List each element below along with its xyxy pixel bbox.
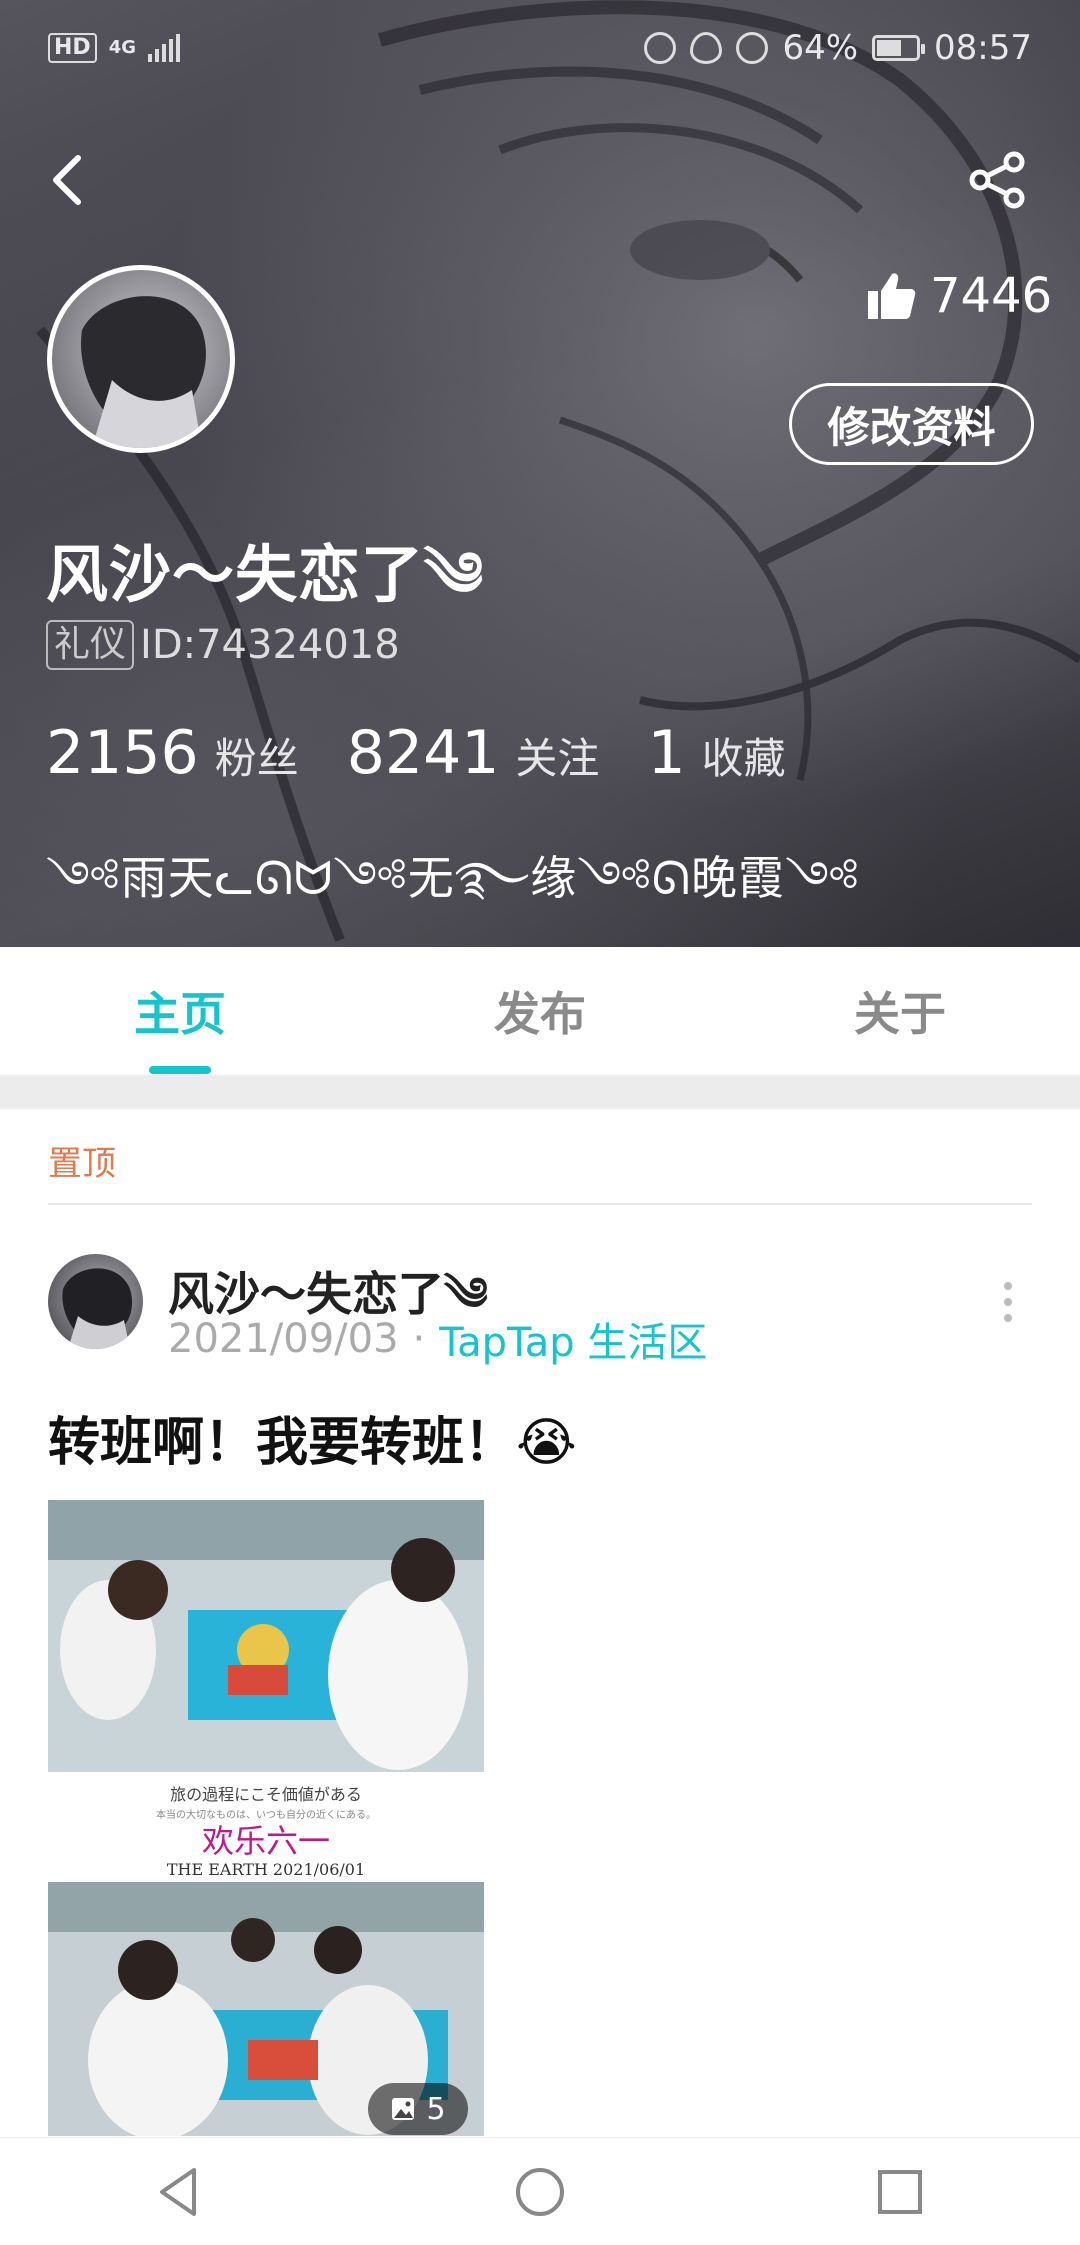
signal-icon	[148, 34, 180, 62]
back-arrow-icon	[53, 155, 81, 205]
image-count-badge: 5	[368, 2083, 468, 2135]
hd-icon: HD	[48, 33, 97, 63]
data-saver-icon	[644, 32, 677, 64]
followers-label[interactable]: 粉丝	[215, 725, 299, 786]
post-author-avatar[interactable]	[48, 1254, 143, 1349]
profile-avatar[interactable]	[47, 265, 235, 453]
eye-comfort-icon	[690, 32, 723, 64]
more-options-button[interactable]	[998, 1282, 1018, 1322]
id-row: 礼仪 ID:74324018	[46, 620, 400, 670]
following-label[interactable]: 关注	[515, 725, 599, 786]
image-caption-small: 本当の大切なものは、いつも自分の近くにある。	[156, 1808, 376, 1821]
share-icon	[969, 151, 1025, 209]
triangle-back-icon	[160, 2167, 196, 2216]
favorites-count[interactable]: 1	[647, 718, 685, 788]
image-title: 欢乐六一	[202, 1822, 330, 1860]
favorites-label[interactable]: 收藏	[702, 725, 786, 786]
meta-separator: ·	[412, 1316, 426, 1362]
image-caption-jp: 旅の過程にこそ価値がある	[170, 1785, 362, 1804]
user-id: ID:74324018	[140, 622, 400, 668]
post-date: 2021/09/03	[168, 1316, 399, 1362]
image-count: 5	[426, 2091, 446, 2127]
bio: ༺雨天ᓚᘏᗢ༺无࿐缘༺ᘏ晚霞༺	[46, 851, 860, 905]
badge[interactable]: 礼仪	[46, 620, 135, 670]
post-image[interactable]: 旅の過程にこそ価値がある 本当の大切なものは、いつも自分の近くにある。 欢乐六一…	[48, 1500, 484, 2136]
like-count[interactable]: 7446	[866, 268, 1052, 324]
nav-recents-button[interactable]	[870, 2162, 930, 2222]
tab-about[interactable]: 关于	[720, 947, 1080, 1075]
battery-percent: 64%	[782, 28, 859, 68]
tab-home[interactable]: 主页	[0, 947, 360, 1075]
share-button[interactable]	[966, 148, 1030, 212]
image-subtitle: THE EARTH 2021/06/01	[167, 1860, 365, 1879]
system-navigation-bar	[0, 2137, 1080, 2245]
thumbs-up-icon	[868, 273, 916, 319]
pinned-label: 置顶	[48, 1144, 116, 1184]
post-forum-link[interactable]: TapTap 生活区	[439, 1310, 707, 1368]
cover-image	[36, 0, 1080, 942]
alarm-icon	[736, 32, 769, 64]
following-count[interactable]: 8241	[347, 718, 500, 788]
battery-icon	[872, 35, 926, 61]
post-text[interactable]: 转班啊！我要转班！😭	[48, 1400, 577, 1475]
profile-header: HD 4G 64% 08:57 7446 修改资料 风沙～失恋了༄ 礼仪 ID:…	[0, 0, 1080, 947]
nav-back-button[interactable]	[150, 2162, 210, 2222]
section-divider	[0, 1075, 1080, 1109]
nav-home-button[interactable]	[510, 2162, 570, 2222]
clock: 08:57	[934, 28, 1032, 68]
profile-tabs: 主页 发布 关于	[0, 947, 1080, 1075]
status-bar: HD 4G 64% 08:57	[0, 0, 1080, 96]
more-dots-icon	[1004, 1282, 1012, 1290]
edit-profile-button[interactable]: 修改资料	[789, 383, 1034, 465]
post-meta: 2021/09/03 · TapTap 生活区	[168, 1310, 707, 1368]
square-recents-icon	[878, 2169, 922, 2214]
divider	[48, 1203, 1032, 1205]
back-button[interactable]	[40, 150, 100, 210]
network-type: 4G	[108, 37, 136, 58]
circle-home-icon	[516, 2167, 564, 2216]
followers-count[interactable]: 2156	[46, 718, 199, 788]
like-number: 7446	[930, 268, 1053, 324]
image-gallery-icon	[392, 2098, 415, 2120]
tab-posts[interactable]: 发布	[360, 947, 720, 1075]
stats-row: 2156 粉丝 8241 关注 1 收藏	[46, 718, 834, 788]
